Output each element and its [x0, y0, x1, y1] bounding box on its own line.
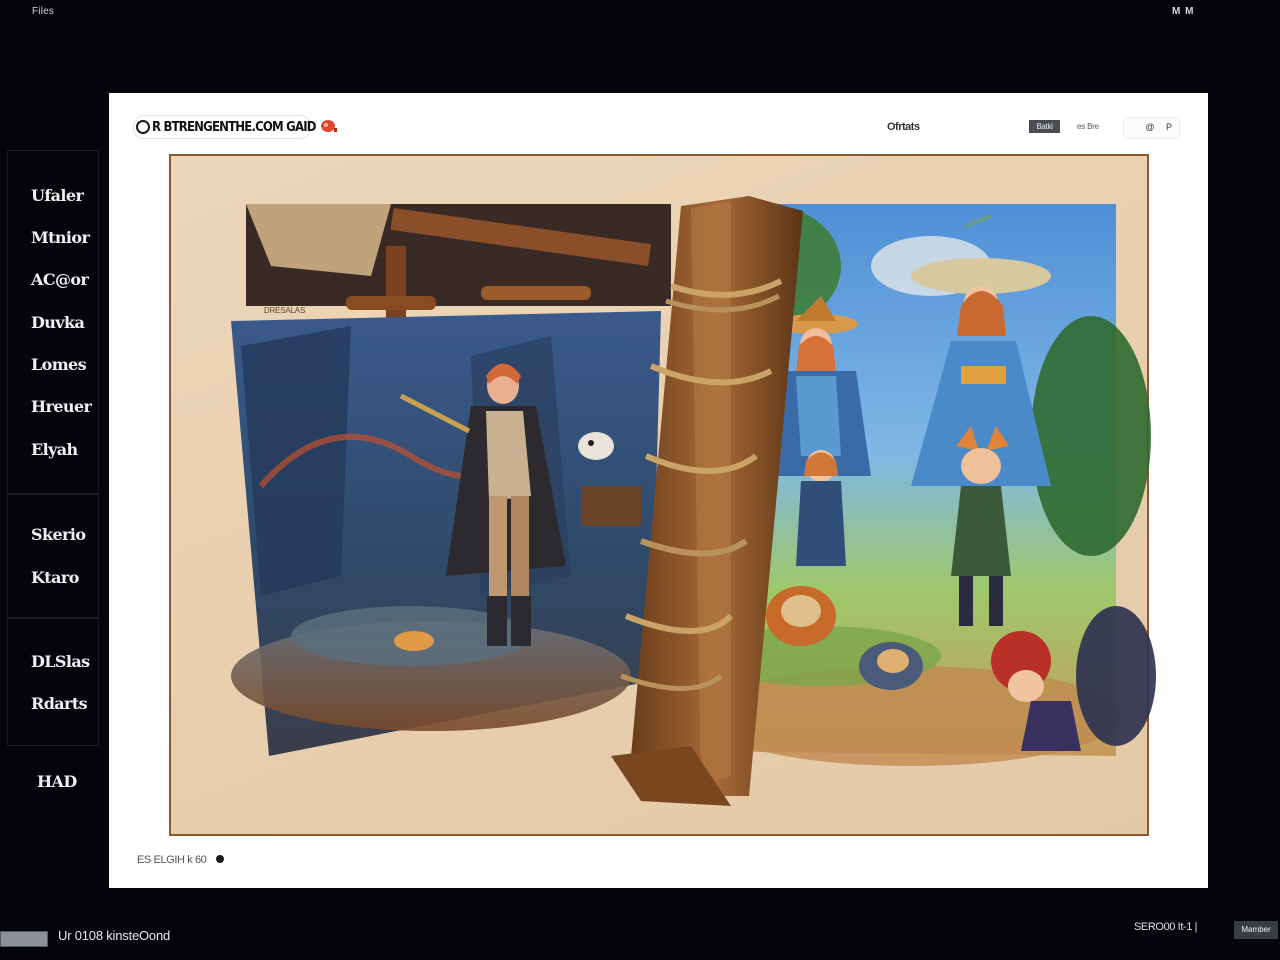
card-footer-text: ES ELGIH k 60 — [137, 854, 207, 866]
sidebar-group-tertiary — [7, 618, 99, 746]
sidebar-item-tertiary-1[interactable]: DLSlas — [31, 652, 90, 671]
sidebar-item-secondary-1[interactable]: Skerio — [31, 525, 86, 544]
header-status: Ofrtats — [887, 121, 920, 133]
sidebar-item-3[interactable]: AC@or — [31, 270, 89, 289]
top-right-label[interactable]: M M — [1172, 6, 1194, 17]
sidebar-item-1[interactable]: Ufaler — [31, 186, 84, 205]
sidebar-item-2[interactable]: Mtnior — [31, 228, 90, 247]
sidebar-group-secondary — [7, 494, 99, 618]
sidebar-menu: Ufaler Mtnior AC@or Duvka Lomes Hreuer E… — [7, 150, 99, 800]
sidebar-item-7[interactable]: Elyah — [31, 440, 78, 459]
sidebar-footer-item[interactable]: HAD — [37, 772, 77, 791]
artwork-frame: DRESALAS — [169, 154, 1156, 838]
main-card: R BTRENGENTHE.COM GAID Ofrtats Batki es … — [109, 93, 1208, 888]
sidebar-item-tertiary-2[interactable]: Rdarts — [31, 694, 88, 713]
bottom-status-text: Ur 0108 kinsteOond — [58, 928, 171, 943]
bottom-right-text: SERO00 It-1 | — [1134, 921, 1198, 933]
bottom-right-chip[interactable]: Mamber — [1234, 921, 1278, 939]
sidebar-item-6[interactable]: Hreuer — [31, 397, 92, 416]
header-chip-dark[interactable]: Batki — [1029, 120, 1060, 133]
footer-dot-icon — [216, 855, 224, 863]
header-control-p[interactable]: P — [1163, 121, 1175, 133]
bottom-progress-bar — [0, 931, 48, 947]
artwork-caption: DRESALAS — [264, 306, 306, 315]
sidebar-item-secondary-2[interactable]: Ktaro — [31, 568, 79, 587]
top-left-label: Files — [32, 6, 55, 17]
header-chip-light[interactable]: es Bre — [1077, 122, 1099, 131]
game-artwork-scene[interactable] — [171, 156, 1156, 838]
red-blob-badge-icon — [321, 120, 337, 132]
header-control-at[interactable]: @ — [1144, 121, 1156, 133]
sidebar-item-5[interactable]: Lomes — [31, 355, 87, 374]
ring-logo-icon — [136, 120, 150, 134]
sidebar-item-4[interactable]: Duvka — [31, 313, 85, 332]
game-screen: Files M M Ufaler Mtnior AC@or Duvka Lome… — [0, 0, 1280, 960]
brand-text: R BTRENGENTHE.COM GAID — [152, 120, 316, 135]
card-header: R BTRENGENTHE.COM GAID Ofrtats Batki es … — [109, 93, 1208, 153]
bottom-progress-fill — [1, 932, 47, 946]
